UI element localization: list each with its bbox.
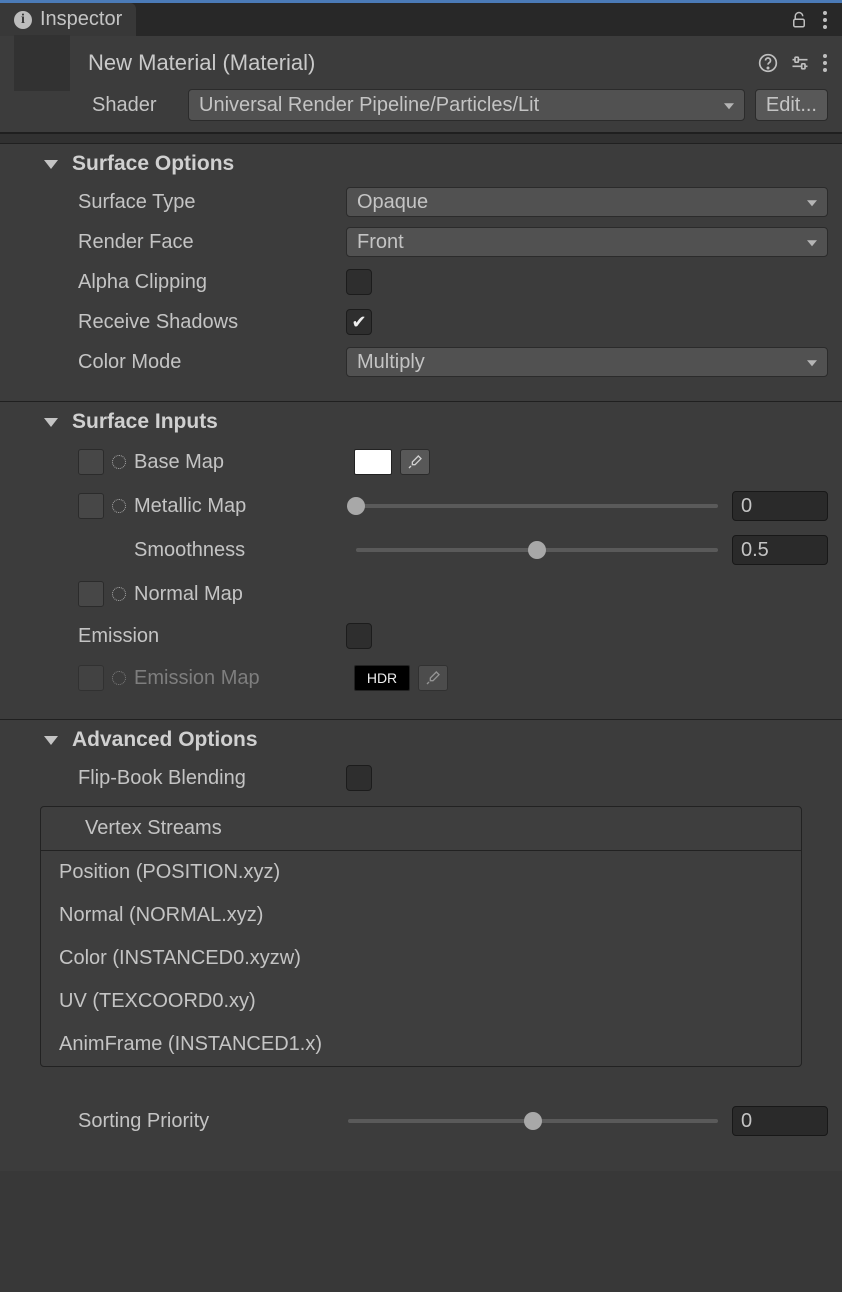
render-face-dropdown[interactable]: Front xyxy=(346,227,828,257)
shader-dropdown[interactable]: Universal Render Pipeline/Particles/Lit xyxy=(188,89,745,121)
inspector-tab[interactable]: i Inspector xyxy=(0,3,136,36)
color-mode-dropdown[interactable]: Multiply xyxy=(346,347,828,377)
surface-options-foldout[interactable]: Surface Options xyxy=(0,144,842,182)
slider-thumb[interactable] xyxy=(524,1112,542,1130)
normal-map-texture-slot[interactable] xyxy=(78,581,104,607)
alpha-clipping-label: Alpha Clipping xyxy=(78,271,346,294)
eyedropper-button xyxy=(418,665,448,691)
metallic-value-field[interactable]: 0 xyxy=(732,491,828,521)
receive-shadows-label: Receive Shadows xyxy=(78,311,346,334)
check-icon: ✔ xyxy=(351,312,366,333)
object-picker-icon[interactable] xyxy=(112,587,126,601)
sliders-icon[interactable] xyxy=(790,53,810,73)
smoothness-value-field[interactable]: 0.5 xyxy=(732,535,828,565)
vertex-streams-header[interactable]: Vertex Streams xyxy=(41,807,801,851)
object-picker-icon[interactable] xyxy=(112,499,126,513)
flipbook-checkbox[interactable] xyxy=(346,765,372,791)
tab-bar: i Inspector xyxy=(0,0,842,36)
object-picker-icon xyxy=(112,671,126,685)
surface-type-dropdown[interactable]: Opaque xyxy=(346,187,828,217)
kebab-icon[interactable] xyxy=(822,10,828,30)
vertex-streams-box: Vertex Streams Position (POSITION.xyz) N… xyxy=(40,806,802,1067)
chevron-down-icon xyxy=(44,418,58,427)
advanced-options-foldout[interactable]: Advanced Options xyxy=(0,720,842,758)
help-icon[interactable] xyxy=(758,53,778,73)
info-icon: i xyxy=(14,11,32,29)
divider xyxy=(0,134,842,144)
tab-empty xyxy=(136,3,776,36)
flipbook-label: Flip-Book Blending xyxy=(78,767,346,790)
smoothness-label: Smoothness xyxy=(134,539,245,562)
slider-thumb[interactable] xyxy=(528,541,546,559)
object-picker-icon[interactable] xyxy=(112,455,126,469)
emission-label: Emission xyxy=(78,625,346,648)
sorting-priority-field[interactable]: 0 xyxy=(732,1106,828,1136)
shader-label: Shader xyxy=(14,94,178,117)
material-title: New Material (Material) xyxy=(82,50,746,76)
chevron-down-icon xyxy=(44,736,58,745)
base-map-color[interactable] xyxy=(354,449,392,475)
sorting-priority-slider[interactable] xyxy=(348,1119,718,1123)
divider xyxy=(0,706,842,720)
kebab-icon[interactable] xyxy=(822,53,828,73)
advanced-options-section: Advanced Options Flip-Book Blending Vert… xyxy=(0,720,842,1171)
metallic-map-texture-slot[interactable] xyxy=(78,493,104,519)
emission-hdr-color: HDR xyxy=(354,665,410,691)
vertex-stream-item[interactable]: AnimFrame (INSTANCED1.x) xyxy=(41,1023,801,1066)
base-map-label: Base Map xyxy=(134,451,224,474)
metallic-map-label: Metallic Map xyxy=(134,495,246,518)
surface-inputs-section: Surface Inputs Base Map Metallic Map 0 xyxy=(0,402,842,706)
tab-title: Inspector xyxy=(40,8,122,31)
chevron-down-icon xyxy=(44,160,58,169)
surface-type-label: Surface Type xyxy=(78,191,346,214)
metallic-slider[interactable] xyxy=(356,504,718,508)
divider xyxy=(0,388,842,402)
normal-map-label: Normal Map xyxy=(134,583,243,606)
surface-inputs-foldout[interactable]: Surface Inputs xyxy=(0,402,842,440)
emission-checkbox[interactable] xyxy=(346,623,372,649)
vertex-stream-item[interactable]: Position (POSITION.xyz) xyxy=(41,851,801,894)
vertex-stream-item[interactable]: Color (INSTANCED0.xyzw) xyxy=(41,937,801,980)
lock-icon[interactable] xyxy=(790,11,808,29)
slider-thumb[interactable] xyxy=(347,497,365,515)
material-preview[interactable] xyxy=(14,35,70,91)
sorting-priority-label: Sorting Priority xyxy=(78,1110,346,1133)
color-mode-label: Color Mode xyxy=(78,351,346,374)
vertex-stream-item[interactable]: UV (TEXCOORD0.xy) xyxy=(41,980,801,1023)
emission-map-label: Emission Map xyxy=(134,667,260,690)
alpha-clipping-checkbox[interactable] xyxy=(346,269,372,295)
tab-actions xyxy=(776,3,842,36)
emission-map-texture-slot xyxy=(78,665,104,691)
smoothness-slider[interactable] xyxy=(356,548,718,552)
receive-shadows-checkbox[interactable]: ✔ xyxy=(346,309,372,335)
shader-value: Universal Render Pipeline/Particles/Lit xyxy=(199,94,539,117)
eyedropper-button[interactable] xyxy=(400,449,430,475)
render-face-label: Render Face xyxy=(78,231,346,254)
vertex-stream-item[interactable]: Normal (NORMAL.xyz) xyxy=(41,894,801,937)
surface-options-section: Surface Options Surface Type Opaque Rend… xyxy=(0,144,842,388)
base-map-texture-slot[interactable] xyxy=(78,449,104,475)
edit-shader-button[interactable]: Edit... xyxy=(755,89,828,121)
material-header: New Material (Material) Shader Universal… xyxy=(0,36,842,134)
